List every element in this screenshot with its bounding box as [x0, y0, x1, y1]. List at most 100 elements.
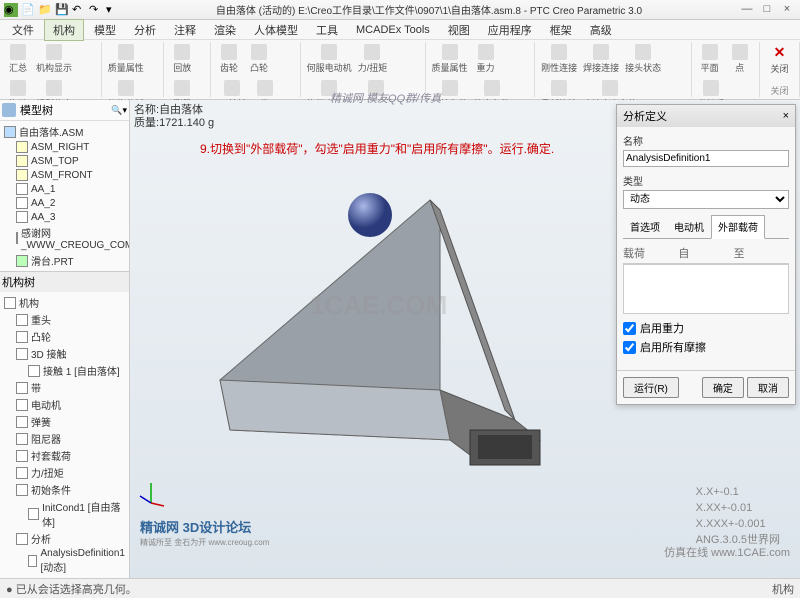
app-icon: ◉ — [4, 3, 18, 17]
model-tree-header[interactable]: 模型树 🔍▾ — [0, 100, 129, 121]
mech-item[interactable]: 电动机 — [2, 396, 127, 413]
ribbon-汇总[interactable]: 汇总 — [4, 42, 32, 76]
ribbon-质量属性[interactable]: 质量属性 — [430, 42, 470, 76]
mech-item[interactable]: 初始条件 — [2, 481, 127, 498]
qa-save-icon[interactable]: 💾 — [55, 3, 69, 17]
friction-checkbox[interactable]: 启用所有摩擦 — [623, 339, 789, 355]
mech-item[interactable]: AnalysisDefinition1 [动态] — [2, 547, 127, 575]
ribbon-质量属性[interactable]: 质量属性 — [106, 42, 146, 76]
mech-tree-header[interactable]: 机构树 — [0, 271, 129, 292]
mech-item[interactable]: 弹簧 — [2, 413, 127, 430]
window-title: 自由落体 (活动的) E:\Creo工作目录\工作文件\0907\1\自由落体.… — [120, 2, 738, 17]
close-button[interactable]: × — [778, 3, 796, 17]
menu-模型[interactable]: 模型 — [86, 20, 124, 40]
ribbon-凸轮[interactable]: 凸轮 — [245, 42, 273, 76]
ribbon-机构显示[interactable]: 机构显示 — [34, 42, 74, 76]
load-list[interactable] — [623, 264, 789, 314]
dialog-close-icon[interactable]: × — [783, 110, 789, 122]
mech-item[interactable]: 分析 — [2, 530, 127, 547]
tree-icon — [2, 103, 16, 117]
tab-外部载荷[interactable]: 外部载荷 — [711, 215, 765, 239]
minimize-button[interactable]: — — [738, 3, 756, 17]
tree-item[interactable]: 滑台.PRT — [2, 252, 127, 269]
maximize-button[interactable]: □ — [758, 3, 776, 17]
tab-首选项[interactable]: 首选项 — [623, 215, 667, 238]
menu-视图[interactable]: 视图 — [440, 20, 478, 40]
ribbon-重力[interactable]: 重力 — [472, 42, 500, 76]
mech-item[interactable]: 衬套载荷 — [2, 447, 127, 464]
ribbon-刚性连接[interactable]: 刚性连接 — [539, 42, 579, 76]
dialog-title: 分析定义 — [623, 108, 667, 124]
type-select[interactable]: 动态 — [623, 190, 789, 209]
ribbon-齿轮[interactable]: 齿轮 — [215, 42, 243, 76]
tree-filter-icon[interactable]: 🔍▾ — [111, 105, 127, 116]
mech-item[interactable]: 力/扭矩 — [2, 464, 127, 481]
type-label: 类型 — [623, 173, 789, 188]
qa-redo-icon[interactable]: ↷ — [89, 3, 103, 17]
mass-info: 名称:自由落体 质量:1721.140 g — [134, 104, 214, 130]
qa-open-icon[interactable]: 📁 — [38, 3, 52, 17]
mech-item[interactable]: 机构 — [2, 294, 127, 311]
menu-工具[interactable]: 工具 — [308, 20, 346, 40]
qa-more-icon[interactable]: ▾ — [106, 3, 120, 17]
mech-item[interactable]: 带 — [2, 379, 127, 396]
menu-应用程序[interactable]: 应用程序 — [480, 20, 540, 40]
footer-watermark: 仿真在线 www.1CAE.com — [664, 544, 790, 560]
mech-item[interactable]: 凸轮 — [2, 328, 127, 345]
coords-readout: X.X+-0.1X.XX+-0.01X.XXX+-0.001ANG.3.0.5世… — [696, 484, 780, 548]
mech-item[interactable]: InitCond1 [自由落体] — [2, 498, 127, 530]
name-input[interactable] — [623, 150, 789, 167]
menu-分析[interactable]: 分析 — [126, 20, 164, 40]
ribbon-回放[interactable]: 回放 — [168, 42, 196, 76]
quick-access: ◉ 📄 📁 💾 ↶ ↷ ▾ — [4, 3, 120, 17]
ribbon-接头状态[interactable]: 接头状态 — [623, 42, 663, 76]
mech-tree: 机构重头凸轮3D 接触接触 1 [自由落体]带电动机弹簧阻尼器衬套载荷力/扭矩初… — [0, 292, 129, 578]
run-button[interactable]: 运行(R) — [623, 377, 679, 398]
ribbon-何服电动机[interactable]: 何服电动机 — [305, 42, 354, 76]
tree-item[interactable]: ASM_TOP — [2, 154, 127, 168]
viewport[interactable]: 名称:自由落体 质量:1721.140 g 9.切换到"外部载荷"，勾选"启用重… — [130, 100, 800, 578]
ribbon-close[interactable]: ✕关闭 — [764, 42, 795, 77]
qa-undo-icon[interactable]: ↶ — [72, 3, 86, 17]
ribbon-焊接连接[interactable]: 焊接连接 — [581, 42, 621, 76]
tree-item[interactable]: AA_2 — [2, 196, 127, 210]
mech-item[interactable]: 接触 1 [自由落体] — [2, 362, 127, 379]
tree-root[interactable]: 自由落体.ASM — [2, 123, 127, 140]
gravity-checkbox[interactable]: 启用重力 — [623, 320, 789, 336]
titlebar: ◉ 📄 📁 💾 ↶ ↷ ▾ 自由落体 (活动的) E:\Creo工作目录\工作文… — [0, 0, 800, 20]
tree-item[interactable]: AA_3 — [2, 210, 127, 224]
menu-文件[interactable]: 文件 — [4, 20, 42, 40]
ribbon-点[interactable]: 点 — [726, 42, 754, 76]
mech-item[interactable]: 3D 接触 — [2, 345, 127, 362]
load-list-header: 载荷自至 — [623, 243, 789, 264]
name-label: 名称 — [623, 133, 789, 148]
statusbar: ● 已从会话选择高亮几何。 机构 — [0, 578, 800, 598]
tree-item[interactable]: 感谢网_WWW_CREOUG_COM — [2, 224, 127, 252]
cancel-button[interactable]: 取消 — [747, 377, 789, 398]
ok-button[interactable]: 确定 — [702, 377, 744, 398]
col-自: 自 — [678, 245, 733, 261]
tree-item[interactable]: ASM_FRONT — [2, 168, 127, 182]
menu-人体模型[interactable]: 人体模型 — [246, 20, 306, 40]
tree-item[interactable]: ASM_RIGHT — [2, 140, 127, 154]
col-至: 至 — [734, 245, 789, 261]
menubar: 文件机构模型分析注释渲染人体模型工具MCADEx Tools视图应用程序框架高级 — [0, 20, 800, 40]
toolbar-watermark: 精诚网 模友QQ群/传真 — [330, 90, 441, 106]
qa-new-icon[interactable]: 📄 — [21, 3, 35, 17]
menu-机构[interactable]: 机构 — [44, 19, 84, 41]
menu-MCADEx Tools[interactable]: MCADEx Tools — [348, 22, 438, 38]
mech-item[interactable]: 重头 — [2, 311, 127, 328]
menu-注释[interactable]: 注释 — [166, 20, 204, 40]
ribbon-力/扭矩[interactable]: 力/扭矩 — [356, 42, 390, 76]
tree-item[interactable]: AA_1 — [2, 182, 127, 196]
menu-高级[interactable]: 高级 — [582, 20, 620, 40]
dialog-tabs: 首选项电动机外部载荷 — [623, 215, 789, 239]
menu-渲染[interactable]: 渲染 — [206, 20, 244, 40]
tab-电动机[interactable]: 电动机 — [667, 215, 711, 238]
model-tree-title: 模型树 — [20, 102, 53, 118]
menu-框架[interactable]: 框架 — [542, 20, 580, 40]
logo: 精诚网 3D设计论坛 精诚所至 金石为开 www.creoug.com — [140, 517, 269, 548]
status-right: 机构 — [772, 581, 794, 597]
ribbon-平面[interactable]: 平面 — [696, 42, 724, 76]
mech-item[interactable]: 阻尼器 — [2, 430, 127, 447]
